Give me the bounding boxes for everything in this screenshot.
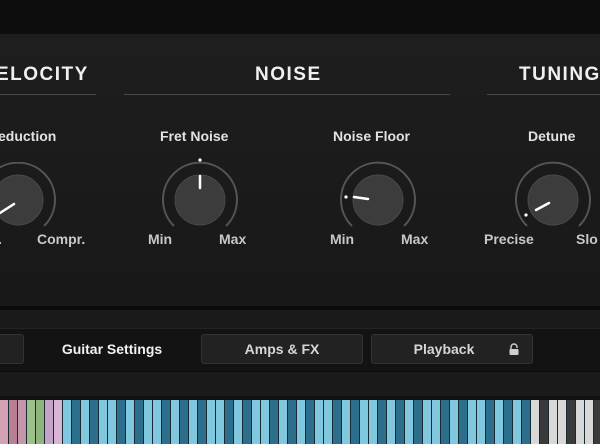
piano-key[interactable]	[261, 400, 270, 444]
piano-key[interactable]	[216, 400, 225, 444]
piano-key[interactable]	[396, 400, 405, 444]
piano-key[interactable]	[387, 400, 396, 444]
piano-key[interactable]	[441, 400, 450, 444]
piano-key[interactable]	[342, 400, 351, 444]
piano-key[interactable]	[279, 400, 288, 444]
piano-key[interactable]	[198, 400, 207, 444]
piano-key[interactable]	[378, 400, 387, 444]
piano-key[interactable]	[522, 400, 531, 444]
piano-key[interactable]	[99, 400, 108, 444]
piano-key[interactable]	[324, 400, 333, 444]
noise-floor-knob[interactable]	[332, 156, 424, 238]
piano-key[interactable]	[369, 400, 378, 444]
piano-key[interactable]	[558, 400, 567, 444]
reduction-max-label: Compr.	[37, 231, 86, 247]
piano-key[interactable]	[540, 400, 549, 444]
piano-key[interactable]	[495, 400, 504, 444]
piano-key[interactable]	[63, 400, 72, 444]
piano-key[interactable]	[288, 400, 297, 444]
noise-floor-min-label: Min	[330, 231, 355, 247]
fret-noise-min-label: Min	[148, 231, 173, 247]
piano-key[interactable]	[360, 400, 369, 444]
param-label-fret-noise: Fret Noise	[160, 128, 229, 144]
tab-playback-label: Playback	[413, 341, 475, 357]
piano-key[interactable]	[576, 400, 585, 444]
section-title-noise: NOISE	[255, 64, 322, 85]
tab-guitar-settings[interactable]: Guitar Settings	[38, 334, 186, 364]
piano-key[interactable]	[468, 400, 477, 444]
piano-key[interactable]	[153, 400, 162, 444]
top-strip	[0, 0, 600, 34]
piano-key[interactable]	[189, 400, 198, 444]
piano-key[interactable]	[243, 400, 252, 444]
piano-key[interactable]	[225, 400, 234, 444]
piano-key[interactable]	[45, 400, 54, 444]
piano-key[interactable]	[144, 400, 153, 444]
fret-noise-knob[interactable]	[154, 156, 246, 238]
param-label-noise-floor: Noise Floor	[333, 128, 411, 144]
section-title-velocity: ELOCITY	[0, 64, 89, 85]
piano-key[interactable]	[126, 400, 135, 444]
section-divider-noise	[124, 94, 450, 95]
piano-key[interactable]	[504, 400, 513, 444]
piano-key[interactable]	[252, 400, 261, 444]
piano-keyboard[interactable]	[0, 396, 600, 444]
noise-floor-max-label: Max	[401, 231, 429, 247]
detune-max-label: Slo	[576, 231, 598, 247]
piano-key[interactable]	[9, 400, 18, 444]
section-divider-velocity	[0, 94, 96, 95]
piano-key[interactable]	[90, 400, 99, 444]
piano-key[interactable]	[351, 400, 360, 444]
param-label-detune: Detune	[528, 128, 576, 144]
piano-key[interactable]	[117, 400, 126, 444]
section-title-tuning: TUNING	[519, 64, 600, 85]
piano-key[interactable]	[27, 400, 36, 444]
detune-min-label: Precise	[484, 231, 534, 247]
piano-key[interactable]	[0, 400, 9, 444]
piano-key[interactable]	[513, 400, 522, 444]
tab-offscreen[interactable]	[0, 334, 24, 364]
piano-key[interactable]	[162, 400, 171, 444]
piano-key[interactable]	[108, 400, 117, 444]
piano-key[interactable]	[414, 400, 423, 444]
piano-key[interactable]	[297, 400, 306, 444]
piano-key[interactable]	[432, 400, 441, 444]
detune-knob[interactable]	[507, 156, 599, 238]
piano-key[interactable]	[531, 400, 540, 444]
reduction-knob[interactable]	[0, 162, 64, 238]
piano-key[interactable]	[405, 400, 414, 444]
tab-playback[interactable]: Playback	[371, 334, 533, 364]
piano-key[interactable]	[423, 400, 432, 444]
piano-key[interactable]	[585, 400, 594, 444]
piano-key[interactable]	[72, 400, 81, 444]
piano-key[interactable]	[594, 400, 600, 444]
piano-key[interactable]	[18, 400, 27, 444]
piano-key[interactable]	[54, 400, 63, 444]
piano-key[interactable]	[567, 400, 576, 444]
piano-key[interactable]	[306, 400, 315, 444]
piano-key[interactable]	[180, 400, 189, 444]
lock-icon	[509, 343, 519, 355]
piano-key[interactable]	[36, 400, 45, 444]
fret-noise-max-label: Max	[219, 231, 247, 247]
piano-key[interactable]	[315, 400, 324, 444]
piano-key[interactable]	[234, 400, 243, 444]
tab-amps-fx[interactable]: Amps & FX	[201, 334, 363, 364]
piano-key[interactable]	[333, 400, 342, 444]
piano-key[interactable]	[549, 400, 558, 444]
piano-key[interactable]	[486, 400, 495, 444]
section-divider-tuning	[487, 94, 600, 95]
piano-key[interactable]	[171, 400, 180, 444]
piano-key[interactable]	[270, 400, 279, 444]
reduction-min-label: .	[0, 231, 2, 247]
piano-key[interactable]	[477, 400, 486, 444]
piano-key[interactable]	[459, 400, 468, 444]
piano-key[interactable]	[450, 400, 459, 444]
piano-key[interactable]	[81, 400, 90, 444]
piano-key[interactable]	[135, 400, 144, 444]
param-label-reduction: eduction	[0, 128, 57, 144]
piano-key[interactable]	[207, 400, 216, 444]
